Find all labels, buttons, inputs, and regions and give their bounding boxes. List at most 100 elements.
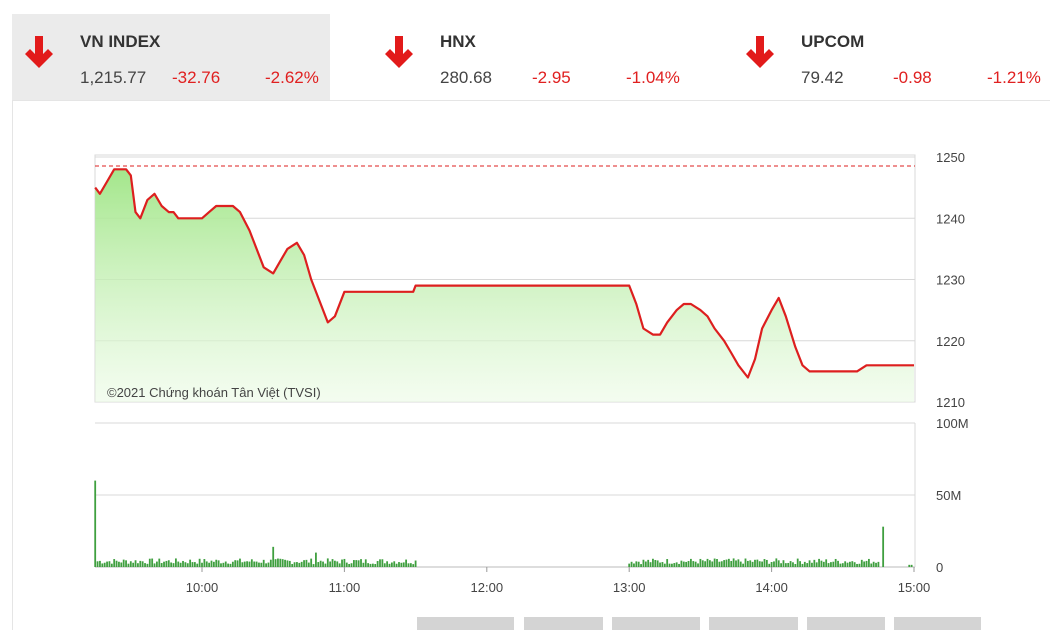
volume-bar: [291, 563, 294, 567]
volume-bar: [656, 560, 659, 567]
volume-bar: [765, 559, 768, 567]
volume-bar: [103, 562, 106, 567]
price-tick-label: 1230: [936, 273, 965, 288]
volume-bar: [682, 561, 685, 567]
volume-tick-label: 50M: [936, 488, 961, 503]
volume-bar: [134, 560, 137, 567]
volume-bar: [694, 561, 697, 567]
watermark: ©2021 Chứng khoán Tân Việt (TVSI): [107, 385, 321, 400]
volume-bar: [158, 558, 161, 567]
volume-bar: [704, 561, 707, 567]
volume-bar: [875, 562, 877, 567]
volume-bar: [193, 562, 196, 567]
volume-bar: [367, 563, 370, 567]
volume-bar: [315, 552, 317, 567]
volume-bar: [239, 558, 241, 567]
volume-bar: [692, 561, 695, 567]
volume-bar: [730, 560, 733, 567]
volume-bar: [663, 563, 666, 567]
volume-bar: [806, 563, 809, 567]
x-tick-label: 15:00: [898, 580, 931, 595]
volume-bar: [277, 558, 279, 567]
bottom-button[interactable]: [807, 617, 885, 630]
intraday-chart: 1250 1240 1230 1220 1210 100M 50M 0 10:00 11:00 12…: [94, 150, 969, 595]
volume-bar: [393, 561, 396, 567]
volume-bar: [777, 560, 780, 567]
volume-bar: [395, 563, 398, 567]
volume-bar: [383, 563, 386, 567]
volume-bar: [362, 562, 365, 567]
volume-bar: [184, 562, 187, 567]
volume-bar: [690, 558, 692, 567]
volume-bar: [649, 562, 652, 567]
volume-bar: [720, 561, 723, 567]
volume-bar: [267, 562, 270, 567]
volume-bar: [803, 561, 806, 567]
volume-bar: [215, 559, 218, 567]
volume-bar: [272, 546, 275, 567]
volume-bar: [792, 562, 794, 567]
volume-bar: [388, 563, 391, 567]
x-tick-label: 10:00: [186, 580, 219, 595]
volume-bar: [227, 563, 230, 567]
volume-bar: [210, 560, 213, 567]
volume-bar: [628, 563, 631, 567]
volume-tick-label: 100M: [936, 416, 969, 431]
volume-bar: [253, 561, 256, 567]
volume-bar: [288, 560, 291, 567]
volume-bar: [789, 561, 792, 567]
volume-bar: [732, 558, 735, 567]
volume-bar: [780, 563, 782, 567]
volume-bar: [163, 561, 165, 567]
volume-bar: [379, 559, 381, 567]
volume-bar: [186, 563, 189, 567]
volume-bar: [229, 563, 232, 567]
volume-bar: [262, 559, 265, 567]
volume-bar: [106, 561, 108, 567]
volume-bar: [799, 561, 801, 567]
bottom-button[interactable]: [524, 617, 603, 630]
volume-bar: [390, 562, 393, 567]
volume-bar: [856, 563, 858, 567]
volume-bar: [870, 563, 873, 567]
volume-bar: [376, 561, 379, 567]
volume-bar: [402, 562, 405, 567]
volume-bar: [352, 560, 355, 567]
volume-bar: [756, 559, 759, 567]
volume-bar: [673, 563, 676, 567]
volume-bar: [281, 559, 284, 567]
volume-bar: [832, 561, 835, 567]
bottom-button[interactable]: [709, 617, 798, 630]
price-tick-label: 1220: [936, 334, 965, 349]
volume-bar: [414, 560, 417, 567]
volume-bar: [405, 559, 408, 567]
volume-bar: [139, 560, 142, 567]
volume-bar: [744, 558, 747, 567]
volume-bar: [350, 563, 353, 567]
volume-bar: [820, 560, 823, 567]
volume-bar: [156, 561, 158, 567]
volume-bar: [398, 562, 400, 567]
bottom-button[interactable]: [417, 617, 514, 630]
volume-bar: [127, 563, 130, 567]
volume-bars: [94, 480, 913, 567]
volume-bar: [122, 559, 125, 567]
volume-bar: [815, 562, 818, 567]
volume-bar: [775, 558, 778, 567]
volume-bar: [108, 561, 111, 567]
volume-bar: [675, 562, 678, 567]
volume-bar: [801, 563, 804, 567]
volume-bar: [115, 560, 118, 567]
volume-bar: [822, 561, 825, 567]
volume-bar: [723, 560, 726, 567]
volume-bar: [633, 563, 635, 567]
volume-bar: [742, 563, 745, 567]
volume-bar: [841, 563, 844, 567]
bottom-button[interactable]: [894, 617, 981, 630]
volume-bar: [96, 561, 99, 567]
volume-bar: [329, 561, 332, 567]
volume-bar: [725, 559, 728, 567]
volume-bar: [409, 563, 412, 567]
volume-bar: [858, 563, 861, 567]
bottom-button[interactable]: [612, 617, 700, 630]
